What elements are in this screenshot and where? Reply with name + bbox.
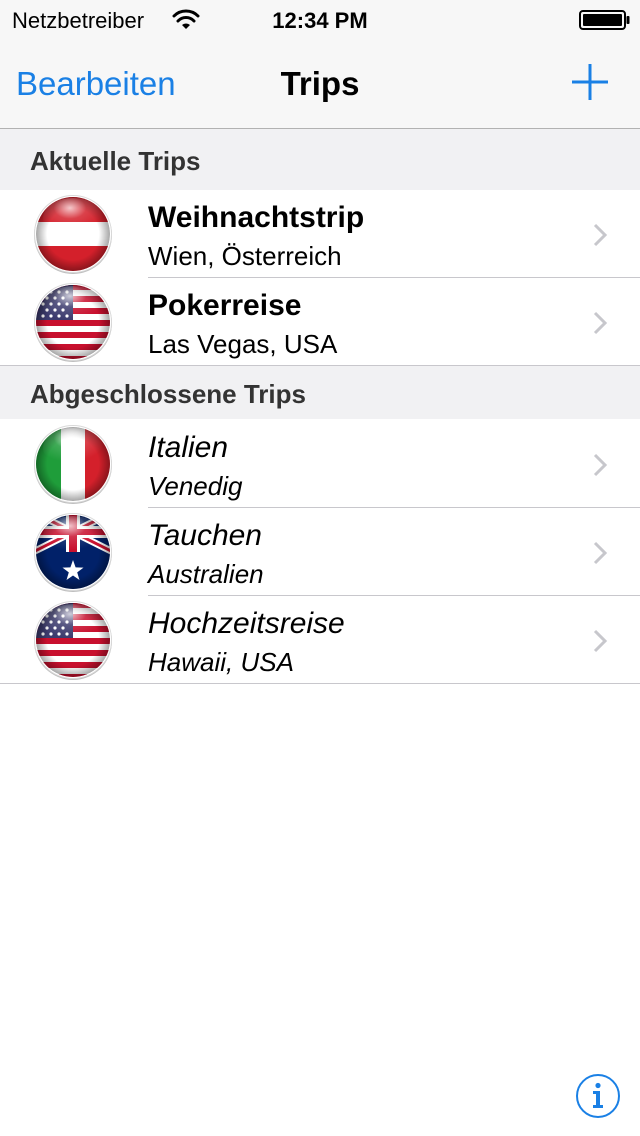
trip-location: Australien: [148, 559, 264, 589]
trip-location: Las Vegas, USA: [148, 329, 338, 359]
chevron-right-icon: [593, 223, 608, 247]
chevron-right-icon: [593, 311, 608, 335]
navigation-bar: Bearbeiten Trips: [0, 40, 640, 129]
chevron-right-icon: [593, 453, 608, 477]
table-bottom-separator: [0, 683, 640, 684]
usa-flag-icon: [34, 601, 112, 680]
page-title: Trips: [280, 65, 360, 102]
section-header-completed: Abgeschlossene Trips: [0, 366, 640, 419]
trip-row-italien[interactable]: Italien Venedig: [0, 420, 640, 508]
australia-flag-icon: [34, 513, 112, 592]
trip-title: Hochzeitsreise: [148, 607, 345, 640]
section-header-current: Aktuelle Trips: [0, 129, 640, 190]
austria-flag-icon: [34, 195, 112, 274]
status-bar: Netzbetreiber 12:34 PM: [0, 0, 640, 40]
trip-location: Wien, Österreich: [148, 241, 342, 271]
trip-row-weihnachtstrip[interactable]: Weihnachtstrip Wien, Österreich: [0, 190, 640, 278]
chevron-right-icon: [593, 629, 608, 653]
battery-icon: [579, 10, 630, 30]
trip-title: Tauchen: [148, 519, 262, 552]
chevron-right-icon: [593, 541, 608, 565]
plus-icon[interactable]: [568, 60, 612, 104]
trip-title: Weihnachtstrip: [148, 201, 365, 234]
trip-title: Italien: [148, 431, 229, 464]
italy-flag-icon: [34, 425, 112, 504]
trip-row-tauchen[interactable]: Tauchen Australien: [0, 508, 640, 596]
trip-row-pokerreise[interactable]: Pokerreise Las Vegas, USA: [0, 278, 640, 366]
trip-location: Venedig: [148, 471, 243, 501]
usa-flag-icon: [34, 283, 112, 362]
trip-title: Pokerreise: [148, 289, 302, 322]
trip-location: Hawaii, USA: [148, 647, 294, 677]
status-time: 12:34 PM: [272, 8, 368, 33]
trip-row-hochzeitsreise[interactable]: Hochzeitsreise Hawaii, USA: [0, 596, 640, 684]
info-icon[interactable]: [575, 1073, 621, 1119]
